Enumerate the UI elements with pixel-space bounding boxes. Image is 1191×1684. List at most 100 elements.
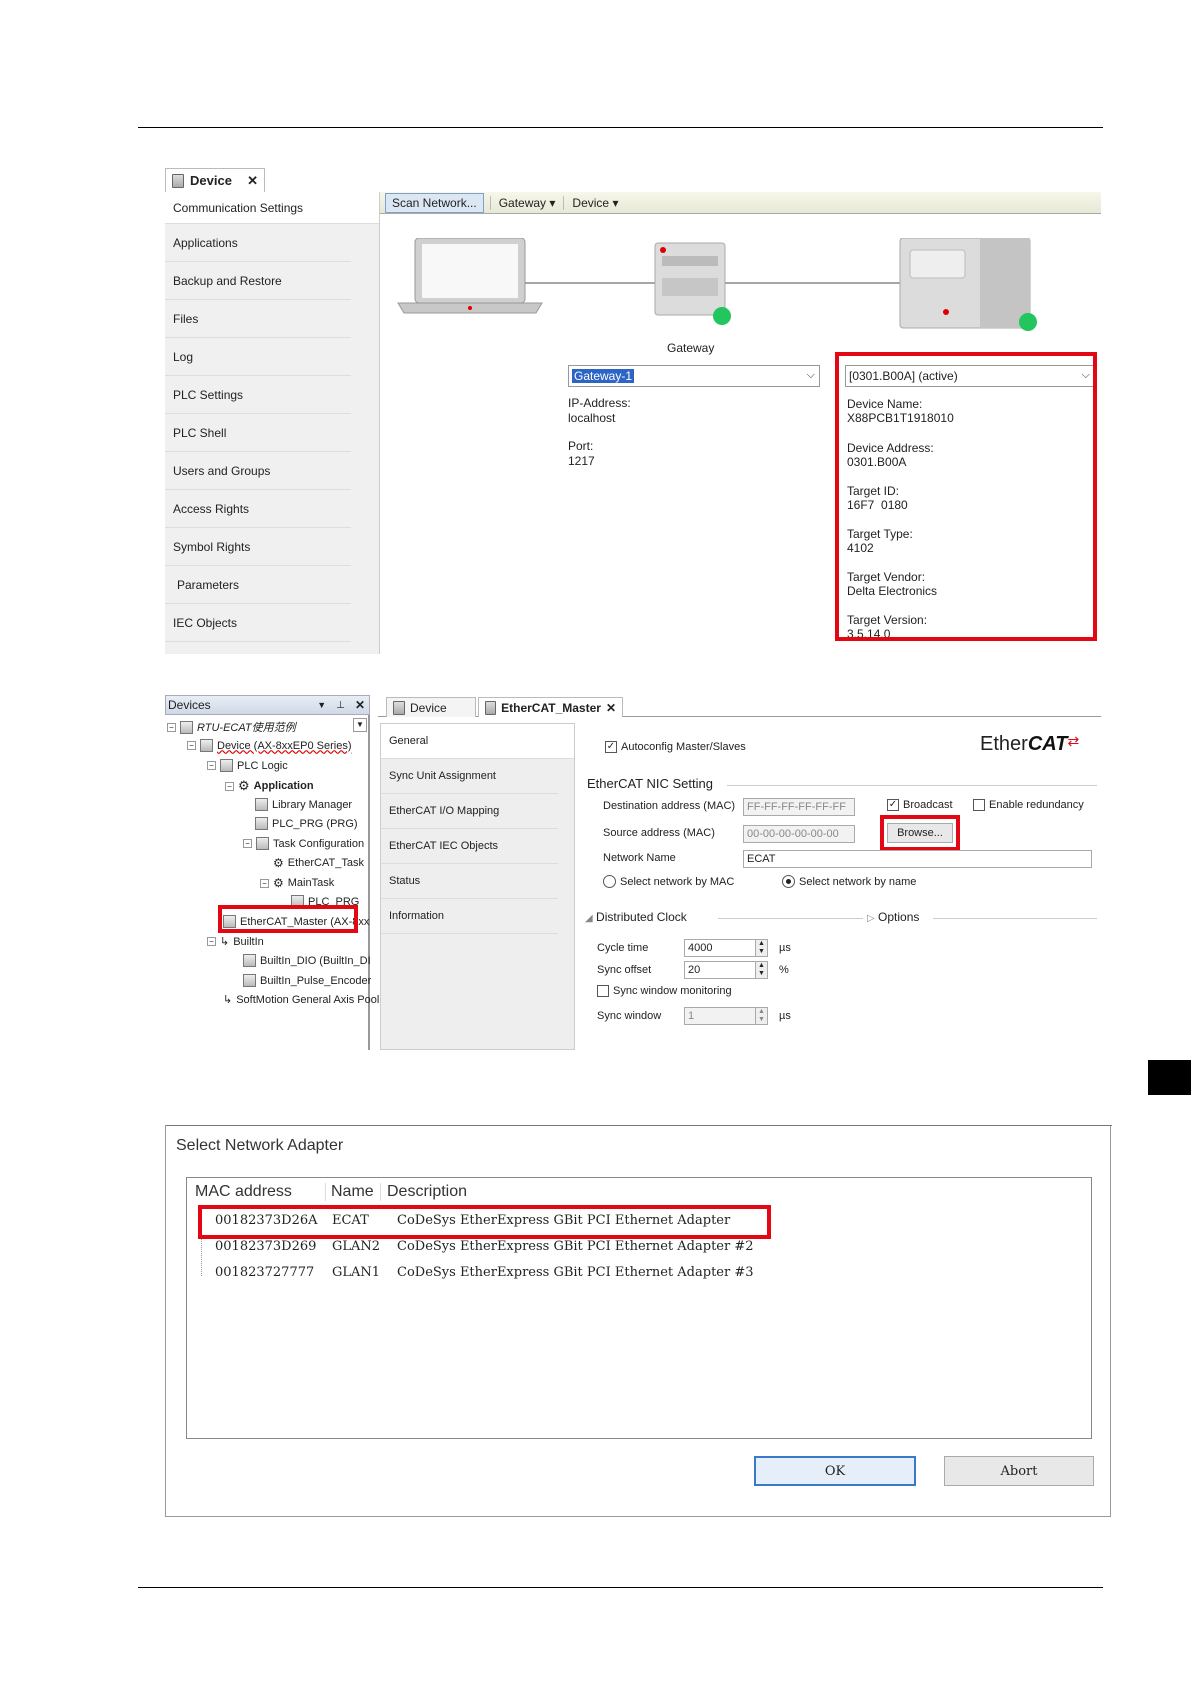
tree-node-builtin-dio[interactable]: BuiltIn_DIO (BuiltIn_DI [243,954,371,967]
ethercat-logo: EtherCAT⇄ [980,733,1080,755]
section-divider [718,918,863,919]
collapse-icon[interactable]: − [207,761,216,770]
sidebar-item-backup-restore[interactable]: Backup and Restore [165,262,351,300]
cycle-time-field[interactable]: 4000 ▲ ▼ [684,939,768,957]
tree-node-builtin-pulse-encoder[interactable]: BuiltIn_Pulse_Encoder [243,974,371,987]
sidebar-item-symbol-rights[interactable]: Symbol Rights [165,528,351,566]
sidebar-item-log[interactable]: Log [165,338,351,376]
sync-window-unit: µs [779,1010,791,1022]
abort-button[interactable]: Abort [944,1456,1094,1486]
autoconfig-checkbox[interactable]: ✓ Autoconfig Master/Slaves [605,741,746,753]
section-divider [933,918,1097,919]
sidebar-item-iec-objects[interactable]: IEC Objects [165,604,351,642]
tab-device[interactable]: Device [386,697,476,717]
tree-node-project[interactable]: − RTU-ECAT使用范例 [167,719,296,735]
subnav-io-mapping[interactable]: EtherCAT I/O Mapping [381,794,558,829]
close-icon[interactable]: ✕ [606,701,616,715]
select-by-mac-radio[interactable]: Select network by MAC [603,875,734,888]
list-item[interactable]: 00182373D269 GLAN2 CoDeSys EtherExpress … [215,1239,754,1254]
sidebar-item-applications[interactable]: Applications [165,224,351,262]
device-tree: − RTU-ECAT使用范例 ▼ − Device (AX-8xxEP0 Serie… [165,715,379,1050]
dropdown-icon[interactable]: ▼ [317,700,326,710]
distributed-clock-title[interactable]: ◢ Distributed Clock [585,910,687,924]
spinner-icon[interactable]: ▲ ▼ [755,962,767,978]
radio-icon [603,875,616,888]
tree-node-ethercat-task[interactable]: ⚙ EtherCAT_Task [273,856,364,870]
ok-button[interactable]: OK [754,1456,916,1486]
sidebar-item-plc-shell[interactable]: PLC Shell [165,414,351,452]
redundancy-checkbox[interactable]: Enable redundancy [973,799,1084,811]
tree-node-library-manager[interactable]: Library Manager [255,798,352,811]
sync-window-field[interactable]: 1 ▲ ▼ [684,1007,768,1025]
sidebar-item-files[interactable]: Files [165,300,351,338]
subnav-sync-unit[interactable]: Sync Unit Assignment [381,759,558,794]
broadcast-checkbox[interactable]: ✓ Broadcast [887,799,953,811]
tree-node-main-task[interactable]: − ⚙ MainTask [260,876,334,890]
gateway-menu[interactable]: Gateway ▾ [489,195,564,210]
section-divider [727,785,1097,786]
collapse-icon[interactable]: − [187,741,196,750]
sync-offset-field[interactable]: 20 ▲ ▼ [684,961,768,979]
device-icon [200,739,213,752]
scan-network-button[interactable]: Scan Network... [385,192,484,213]
close-icon[interactable]: ✕ [355,698,365,712]
column-header-name[interactable]: Name [325,1183,374,1201]
collapse-icon[interactable]: − [167,722,176,732]
encoder-icon [243,974,256,987]
gear-icon: ⚙ [238,778,250,793]
device-tab-label: Device [190,173,232,188]
column-header-description[interactable]: Description [380,1183,740,1201]
checkbox-checked-icon: ✓ [887,799,899,811]
device-menu[interactable]: Device ▾ [563,195,626,210]
tree-node-softmotion-pool[interactable]: ↳ SoftMotion General Axis Pool [223,993,379,1007]
column-header-mac[interactable]: MAC address [195,1183,292,1201]
list-item[interactable]: 001823727777 GLAN1 CoDeSys EtherExpress … [215,1265,754,1280]
tree-node-task-configuration[interactable]: − Task Configuration [243,837,364,850]
tree-node-application[interactable]: − ⚙ Application [225,778,314,794]
sync-window-monitoring-checkbox[interactable]: Sync window monitoring [597,985,732,997]
tree-node-plc-logic[interactable]: − PLC Logic [207,759,288,772]
project-icon [180,720,193,734]
subnav-iec-objects[interactable]: EtherCAT IEC Objects [381,829,558,864]
options-expander[interactable]: ▷ Options [867,910,919,924]
spinner-icon[interactable]: ▲ ▼ [755,940,767,956]
sidebar-item-users-groups[interactable]: Users and Groups [165,452,351,490]
program-icon [255,817,268,830]
gateway-icon[interactable] [654,242,731,325]
tree-node-plc-prg[interactable]: PLC_PRG (PRG) [255,817,358,830]
select-network-adapter-dialog: Select Network Adapter MAC address Name … [165,1125,1112,1517]
collapse-icon[interactable]: − [225,781,234,791]
subnav-status[interactable]: Status [381,864,558,899]
close-icon[interactable]: ✕ [247,173,258,189]
library-icon [255,798,268,811]
select-by-name-radio[interactable]: Select network by name [782,875,916,888]
collapse-icon[interactable]: − [243,839,252,848]
tree-node-device[interactable]: − Device (AX-8xxEP0 Series) [187,739,352,752]
subnav-information[interactable]: Information [381,899,558,934]
collapse-icon[interactable]: − [207,937,216,946]
sidebar-item-plc-settings[interactable]: PLC Settings [165,376,351,414]
device-tab[interactable]: Device ✕ [165,168,265,192]
collapse-icon[interactable]: − [260,878,269,888]
tree-node-builtin[interactable]: − ↳ BuiltIn [207,935,264,948]
gateway-port-label: Port: [568,439,594,453]
pin-icon[interactable]: ⊥ [336,700,345,711]
plc-device-icon[interactable] [899,238,1037,331]
checkbox-icon [597,985,609,997]
browse-highlight [880,815,960,851]
destination-mac-field[interactable]: FF-FF-FF-FF-FF-FF [743,798,855,816]
sidebar-item-communication-settings[interactable]: Communication Settings [165,192,379,224]
adapter-list: MAC address Name Description 00182373D26… [186,1177,1092,1439]
gateway-select[interactable]: Gateway-1 ⌵ [568,365,820,387]
subnav-general[interactable]: General [381,724,574,759]
sidebar-item-access-rights[interactable]: Access Rights [165,490,351,528]
spinner-icon[interactable]: ▲ ▼ [755,1008,767,1024]
chevron-down-icon: ⌵ [806,369,815,381]
device-info-highlight [835,352,1097,641]
network-name-field[interactable]: ECAT [743,850,1092,868]
network-diagram [397,238,1037,331]
tab-ethercat-master[interactable]: EtherCAT_Master ✕ [478,697,623,717]
tree-dropdown-icon[interactable]: ▼ [353,718,367,732]
sidebar-item-parameters[interactable]: Parameters [165,566,351,604]
source-mac-field[interactable]: 00-00-00-00-00-00 [743,825,855,843]
